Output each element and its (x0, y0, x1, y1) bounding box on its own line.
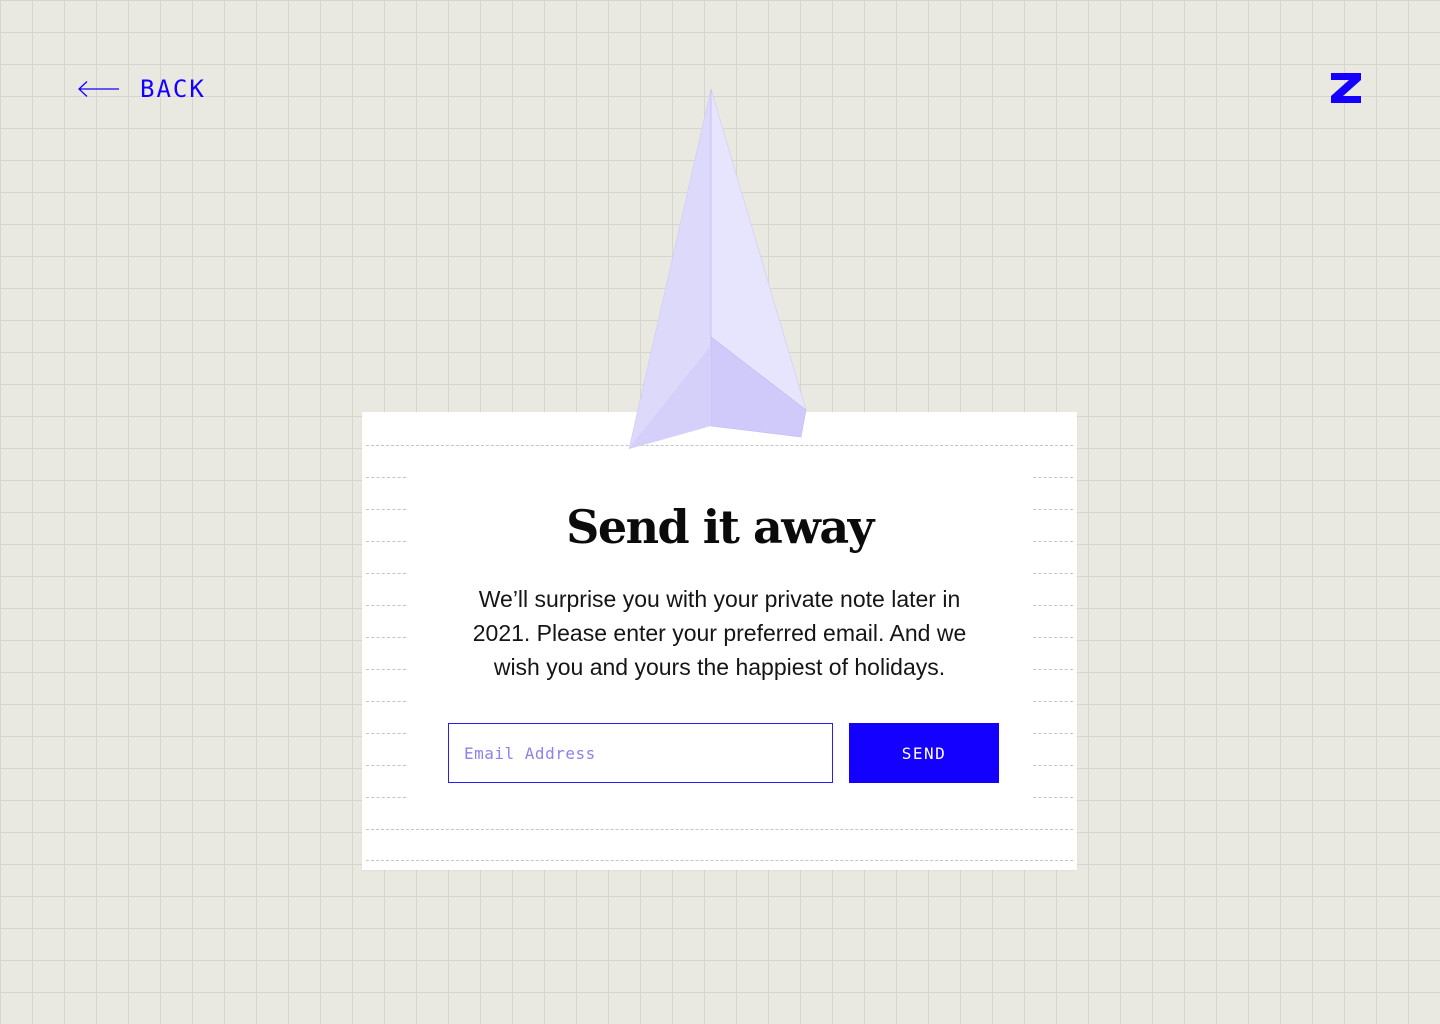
card-rule (1033, 477, 1073, 478)
card-rule (366, 637, 406, 638)
paper-plane-icon (620, 84, 812, 456)
card-rule (366, 669, 406, 670)
card-message: We’ll surprise you with your private not… (472, 586, 967, 680)
card-rule (1033, 701, 1073, 702)
back-link[interactable]: BACK (78, 72, 206, 106)
card-rule (366, 860, 1073, 861)
card-rule (1033, 669, 1073, 670)
card-rule (1033, 733, 1073, 734)
card-rule (366, 605, 406, 606)
card-rule (366, 573, 406, 574)
card-rule (366, 733, 406, 734)
card-rule (1033, 637, 1073, 638)
card-rule (366, 477, 406, 478)
card-rule (1033, 797, 1073, 798)
card-rule (1033, 605, 1073, 606)
card-title: Send it away (566, 500, 874, 554)
card-rule (1033, 573, 1073, 574)
card-rule (366, 765, 406, 766)
card-rule (366, 797, 406, 798)
card-rule (366, 701, 406, 702)
signup-card: Send it away We’ll surprise you with you… (362, 412, 1077, 870)
card-rule (1033, 765, 1073, 766)
arrow-left-icon (78, 80, 120, 98)
card-rule (366, 829, 1073, 830)
z-logo-icon[interactable] (1330, 72, 1362, 104)
back-label: BACK (140, 75, 206, 103)
send-button[interactable]: SEND (849, 723, 999, 783)
email-input[interactable] (448, 723, 833, 783)
